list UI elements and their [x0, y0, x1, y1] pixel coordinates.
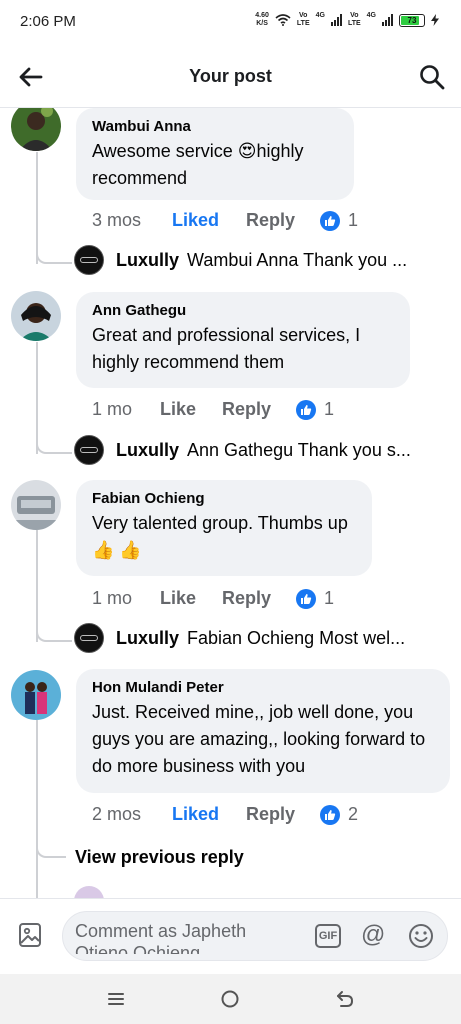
image-icon [19, 923, 41, 947]
page-reply[interactable]: Luxully Ann Gathegu Thank you s... [74, 435, 454, 465]
volte-1-label: Vo LTE [296, 12, 310, 27]
reply-connector [36, 606, 72, 642]
comment-placeholder[interactable]: Comment as Japheth Otieno Ochieng [75, 920, 300, 954]
comment-time[interactable]: 1 mo [92, 588, 160, 609]
comment-input[interactable]: Comment as Japheth Otieno Ochieng GIF @ [62, 911, 448, 961]
reply-connector [36, 418, 72, 454]
comment-actions: 3 mos Liked Reply 1 [92, 210, 358, 231]
network-type-2: 4G [366, 12, 376, 19]
comment-bubble[interactable]: Fabian Ochieng Very talented group. Thum… [76, 480, 372, 576]
thread-line [36, 720, 38, 898]
network-type-1: 4G [315, 12, 325, 19]
reaction-count[interactable]: 1 [324, 399, 334, 420]
comment-time[interactable]: 1 mo [92, 399, 160, 420]
comment-actions: 1 mo Like Reply 1 [92, 588, 334, 609]
mention-button[interactable]: @ [361, 920, 385, 950]
search-icon [420, 65, 445, 90]
comment-bubble[interactable]: Wambui Anna Awesome service 😍highly reco… [76, 108, 354, 200]
comment-bubble[interactable]: Hon Mulandi Peter Just. Received mine,, … [76, 669, 450, 793]
comment-text: Awesome service 😍highly recommend [92, 141, 304, 188]
avatar[interactable] [11, 670, 61, 720]
partial-reply-row [74, 886, 104, 898]
avatar[interactable] [11, 108, 61, 151]
reply-button[interactable]: Reply [222, 588, 296, 609]
comment-text: Just. Received mine,, job well done, you… [92, 702, 426, 776]
like-reaction-icon [320, 210, 340, 231]
reply-author: Luxully [116, 439, 180, 460]
network-speed: 4.60 K/S [255, 12, 269, 27]
reply-text: Fabian Ochieng Most wel... [187, 627, 406, 648]
page-avatar[interactable] [74, 245, 104, 275]
comment-composer: Comment as Japheth Otieno Ochieng GIF @ [0, 898, 461, 974]
comment-author[interactable]: Ann Gathegu [92, 300, 394, 322]
signal-1-icon [330, 14, 342, 26]
comment-bubble[interactable]: Ann Gathegu Great and professional servi… [76, 292, 410, 388]
avatar[interactable] [11, 480, 61, 530]
avatar-image [11, 291, 61, 341]
like-button[interactable]: Liked [172, 210, 246, 231]
comment-actions: 2 mos Liked Reply 2 [92, 804, 358, 825]
avatar-image [11, 480, 61, 530]
comment-text: Very talented group. Thumbs up👍 👍 [92, 513, 348, 560]
like-reaction-icon [296, 588, 316, 609]
battery-icon: 73 [399, 13, 425, 27]
comment-author[interactable]: Fabian Ochieng [92, 488, 356, 510]
reaction-count[interactable]: 1 [324, 588, 334, 609]
status-time: 2:06 PM [20, 13, 76, 30]
menu-icon [108, 993, 124, 1005]
reply-button[interactable]: Reply [246, 210, 320, 231]
volte-2-label: Vo LTE [347, 12, 361, 27]
charging-icon [431, 14, 439, 26]
status-bar: 2:06 PM 4.60 K/S Vo LTE 4G Vo LTE 4G 73 [0, 0, 461, 46]
signal-2-icon [382, 14, 393, 26]
comment-author[interactable]: Wambui Anna [92, 116, 338, 138]
comment-text: Great and professional services, I highl… [92, 325, 361, 372]
home-button[interactable] [219, 988, 241, 1010]
reply-button[interactable]: Reply [246, 804, 320, 825]
search-button[interactable] [417, 62, 447, 92]
gif-button[interactable]: GIF [315, 924, 341, 948]
comment-author[interactable]: Hon Mulandi Peter [92, 677, 434, 699]
comment-actions: 1 mo Like Reply 1 [92, 399, 334, 420]
reply-author: Luxully [116, 627, 180, 648]
like-reaction-icon [296, 399, 316, 420]
back-nav-button[interactable] [334, 988, 356, 1010]
reaction-count[interactable]: 1 [348, 210, 358, 231]
home-circle-icon [221, 990, 239, 1008]
comment-time[interactable]: 3 mos [92, 210, 172, 231]
header: Your post [0, 46, 461, 108]
avatar[interactable] [74, 886, 104, 898]
like-button[interactable]: Liked [172, 804, 246, 825]
comments-feed[interactable]: Wambui Anna Awesome service 😍highly reco… [0, 108, 461, 898]
page-avatar[interactable] [74, 623, 104, 653]
view-previous-reply[interactable]: View previous reply [75, 847, 244, 868]
smiley-icon [409, 924, 433, 948]
avatar-image [11, 670, 61, 720]
page-title: Your post [189, 66, 272, 86]
page-reply[interactable]: Luxully Fabian Ochieng Most wel... [74, 623, 454, 653]
battery-level: 73 [407, 15, 417, 25]
recent-apps-button[interactable] [105, 988, 127, 1010]
page-reply[interactable]: Luxully Wambui Anna Thank you ... [74, 245, 454, 275]
like-button[interactable]: Like [160, 588, 222, 609]
avatar[interactable] [11, 291, 61, 341]
status-icons: 4.60 K/S Vo LTE 4G Vo LTE 4G 73 [255, 12, 439, 28]
reply-connector [36, 822, 66, 858]
emoji-button[interactable] [407, 922, 435, 950]
reply-text: Ann Gathegu Thank you s... [187, 439, 411, 460]
wifi-icon [275, 14, 291, 26]
avatar-image [11, 108, 61, 151]
back-arrow-icon [337, 991, 354, 1007]
add-photo-button[interactable] [16, 921, 44, 949]
comment-time[interactable]: 2 mos [92, 804, 172, 825]
page-avatar[interactable] [74, 435, 104, 465]
reply-connector [36, 228, 72, 264]
like-button[interactable]: Like [160, 399, 222, 420]
reaction-count[interactable]: 2 [348, 804, 358, 825]
reply-author: Luxully [116, 249, 180, 270]
reply-text: Wambui Anna Thank you ... [187, 249, 408, 270]
like-reaction-icon [320, 804, 340, 825]
reply-button[interactable]: Reply [222, 399, 296, 420]
system-nav-bar [0, 974, 461, 1024]
